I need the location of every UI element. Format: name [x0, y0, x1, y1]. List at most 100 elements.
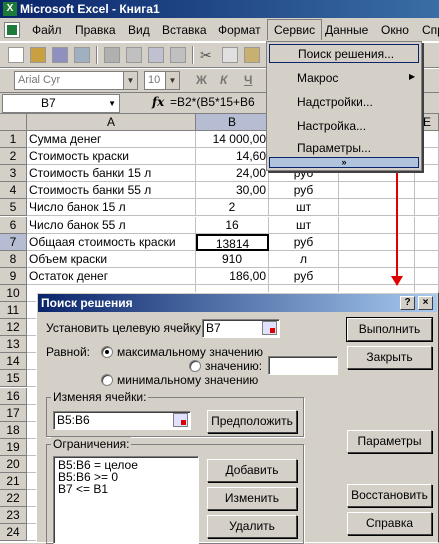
delete-button[interactable]: Удалить: [207, 515, 297, 538]
table-cell[interactable]: [415, 233, 439, 251]
row-header[interactable]: 18: [0, 421, 27, 439]
table-cell[interactable]: [415, 250, 439, 268]
new-icon[interactable]: [8, 47, 24, 63]
range-picker-icon[interactable]: [262, 321, 277, 335]
changing-cells-input[interactable]: B5:B6: [53, 411, 191, 430]
print-preview-icon[interactable]: [126, 47, 142, 63]
row-header[interactable]: 11: [0, 302, 27, 320]
guess-button[interactable]: Предположить: [207, 410, 297, 433]
font-size-select[interactable]: 10 ▼: [144, 71, 180, 90]
solve-button[interactable]: Выполнить: [346, 317, 433, 342]
menu-item-options[interactable]: Параметры...: [297, 141, 371, 155]
help-button[interactable]: Справка: [347, 512, 432, 535]
reset-button[interactable]: Восстановить: [347, 484, 432, 507]
constraints-list[interactable]: B5:B6 = целое B5:B6 >= 0 B7 <= B1: [53, 456, 199, 544]
table-cell[interactable]: 24,00: [196, 165, 269, 183]
formula-input[interactable]: =B2*(B5*15+B6: [170, 95, 255, 109]
table-cell[interactable]: 14 000,00: [196, 131, 269, 149]
table-cell[interactable]: [415, 216, 439, 234]
table-cell[interactable]: [339, 233, 415, 251]
change-button[interactable]: Изменить: [207, 487, 297, 510]
name-box[interactable]: B7 ▼: [2, 94, 120, 113]
underline-button[interactable]: Ч: [244, 73, 252, 87]
row-header[interactable]: 5: [0, 199, 27, 217]
table-cell[interactable]: Остаток денег: [27, 267, 196, 285]
save-icon[interactable]: [52, 47, 68, 63]
menu-insert[interactable]: Вставка: [162, 23, 207, 37]
open-icon[interactable]: [30, 47, 46, 63]
column-header-a[interactable]: A: [27, 114, 196, 131]
table-cell[interactable]: [339, 250, 415, 268]
table-cell[interactable]: [415, 267, 439, 285]
menu-data[interactable]: Данные: [325, 23, 368, 37]
target-cell-input[interactable]: B7: [202, 319, 280, 338]
menu-item-customize[interactable]: Настройка...: [297, 119, 366, 133]
radio-max-label[interactable]: максимальному значению: [117, 345, 263, 359]
menu-item-macro[interactable]: Макрос: [297, 71, 338, 85]
table-cell[interactable]: [339, 216, 415, 234]
fx-icon[interactable]: fx: [152, 95, 164, 109]
table-cell[interactable]: 16: [196, 216, 269, 234]
italic-button[interactable]: К: [220, 73, 227, 87]
table-cell[interactable]: 2: [196, 199, 269, 217]
row-header[interactable]: 17: [0, 404, 27, 422]
row-header[interactable]: 20: [0, 455, 27, 473]
research-icon[interactable]: [170, 47, 186, 63]
row-header[interactable]: 4: [0, 182, 27, 200]
table-cell[interactable]: Число банок 15 л: [27, 199, 196, 217]
chevron-down-icon[interactable]: ▼: [108, 99, 116, 108]
radio-min-label[interactable]: минимальному значению: [117, 373, 258, 387]
row-header[interactable]: 6: [0, 216, 27, 234]
range-picker-icon[interactable]: [173, 413, 188, 427]
menu-window[interactable]: Окно: [381, 23, 409, 37]
row-header[interactable]: 1: [0, 131, 27, 149]
row-header[interactable]: 21: [0, 473, 27, 491]
menu-item-solver[interactable]: Поиск решения...: [269, 44, 419, 63]
value-input[interactable]: [268, 356, 338, 375]
table-cell[interactable]: [415, 199, 439, 217]
table-cell[interactable]: [339, 182, 415, 200]
menu-format[interactable]: Формат: [218, 23, 261, 37]
close-icon[interactable]: ×: [418, 296, 433, 310]
add-button[interactable]: Добавить: [207, 459, 297, 482]
email-icon[interactable]: [74, 47, 90, 63]
row-header[interactable]: 19: [0, 438, 27, 456]
table-cell[interactable]: 14,60: [196, 148, 269, 166]
menu-edit[interactable]: Правка: [75, 23, 116, 37]
menu-item-addins[interactable]: Надстройки...: [297, 95, 373, 109]
chevron-down-icon[interactable]: ▼: [165, 72, 179, 89]
radio-max[interactable]: [101, 346, 113, 358]
expand-menu-icon[interactable]: »: [269, 157, 419, 168]
menu-file[interactable]: Файл: [32, 23, 62, 37]
row-header[interactable]: 2: [0, 148, 27, 166]
help-icon[interactable]: ?: [400, 296, 415, 310]
table-cell[interactable]: [339, 199, 415, 217]
row-header[interactable]: 14: [0, 353, 27, 371]
table-cell[interactable]: руб: [269, 267, 339, 285]
menu-help[interactable]: Спр: [422, 23, 439, 37]
font-select[interactable]: Arial Cyr ▼: [14, 71, 138, 90]
table-cell[interactable]: [415, 182, 439, 200]
table-cell[interactable]: Стоимость банки 15 л: [27, 165, 196, 183]
column-header-b[interactable]: B: [196, 114, 269, 131]
bold-button[interactable]: Ж: [196, 73, 207, 87]
table-cell[interactable]: Число банок 55 л: [27, 216, 196, 234]
table-cell[interactable]: л: [269, 250, 339, 268]
paste-icon[interactable]: [244, 47, 260, 63]
row-header[interactable]: 10: [0, 284, 27, 302]
table-cell[interactable]: руб: [269, 233, 339, 251]
table-cell[interactable]: Сумма денег: [27, 131, 196, 149]
cut-icon[interactable]: ✂: [200, 47, 216, 63]
row-header[interactable]: 16: [0, 387, 27, 405]
row-header[interactable]: 12: [0, 319, 27, 337]
copy-icon[interactable]: [222, 47, 238, 63]
radio-value[interactable]: [189, 360, 201, 372]
radio-min[interactable]: [101, 374, 113, 386]
menu-view[interactable]: Вид: [128, 23, 150, 37]
chevron-down-icon[interactable]: ▼: [123, 72, 137, 89]
row-header[interactable]: 22: [0, 490, 27, 508]
row-header[interactable]: 24: [0, 524, 27, 542]
row-header[interactable]: 7: [0, 233, 27, 251]
document-icon[interactable]: [4, 22, 20, 38]
table-cell[interactable]: 13814: [196, 233, 269, 251]
